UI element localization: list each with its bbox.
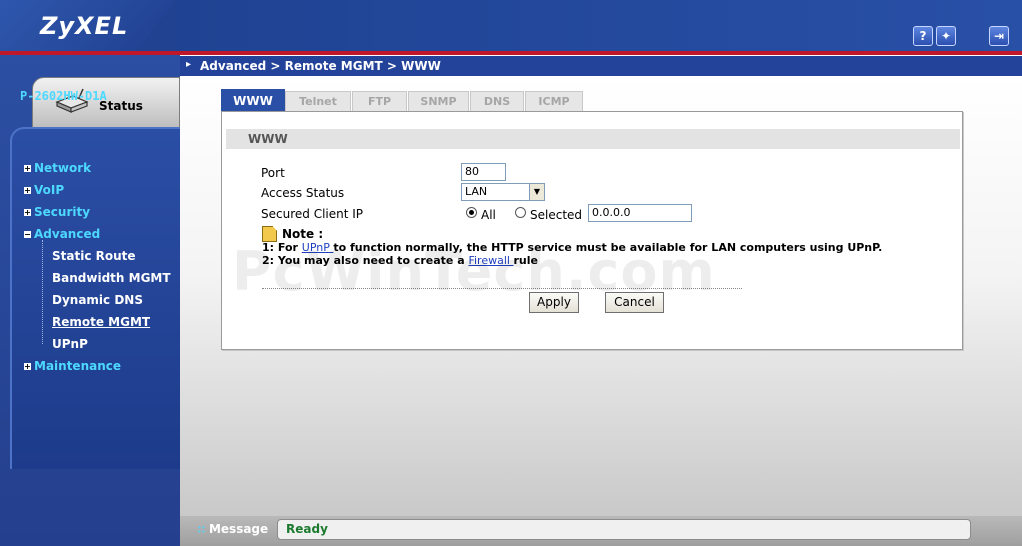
- sidebar-item-voip[interactable]: + VoIP: [24, 183, 64, 197]
- sidebar-item-bandwidth-mgmt[interactable]: Bandwidth MGMT: [52, 271, 171, 285]
- sidebar-item-static-route[interactable]: Static Route: [52, 249, 136, 263]
- sidebar-item-label: Security: [34, 205, 91, 219]
- zyxel-logo: ZyXEL: [40, 12, 129, 40]
- message-label: ∷ Message: [198, 522, 268, 536]
- message-bar: ∷ Message Ready: [180, 516, 1022, 546]
- sidebar-item-label: Network: [34, 161, 92, 175]
- sidebar-item-advanced[interactable]: − Advanced: [24, 227, 100, 241]
- sidebar-item-remote-mgmt[interactable]: Remote MGMT: [52, 315, 150, 329]
- access-status-label: Access Status: [261, 186, 345, 200]
- section-header: WWW: [226, 129, 960, 149]
- sidebar-item-label: Maintenance: [34, 359, 122, 373]
- message-status: Ready: [286, 522, 328, 536]
- section-title: WWW: [248, 132, 288, 146]
- sidebar-item-network[interactable]: + Network: [24, 161, 91, 175]
- help-icon[interactable]: ?: [913, 26, 933, 46]
- status-tab[interactable]: Status: [32, 77, 180, 129]
- watermark: PcWinTech.com: [232, 240, 716, 303]
- dropdown-arrow-icon[interactable]: ▼: [529, 184, 544, 200]
- port-label: Port: [261, 166, 285, 180]
- tab-telnet[interactable]: Telnet: [285, 91, 351, 112]
- nav-tree-line: [42, 240, 44, 344]
- breadcrumb-text: Advanced > Remote MGMT > WWW: [200, 59, 441, 73]
- sidebar-item-label: VoIP: [34, 183, 65, 197]
- sidebar-item-upnp[interactable]: UPnP: [52, 337, 88, 351]
- tab-ftp[interactable]: FTP: [352, 91, 407, 112]
- breadcrumb: ▸ Advanced > Remote MGMT > WWW: [180, 56, 1022, 76]
- sidebar-item-maintenance[interactable]: + Maintenance: [24, 359, 121, 373]
- tab-icmp[interactable]: ICMP: [525, 91, 583, 112]
- message-dots-icon: ∷: [198, 525, 205, 536]
- expand-icon[interactable]: +: [24, 363, 31, 371]
- access-status-select[interactable]: LAN ▼: [461, 183, 545, 201]
- expand-icon[interactable]: +: [24, 187, 31, 195]
- top-banner: ZyXEL ? ✦ ⇥: [0, 0, 1022, 51]
- content-panel: WWW Port 80 Access Status LAN ▼ Secured …: [221, 111, 963, 350]
- breadcrumb-arrow-icon: ▸: [186, 59, 192, 70]
- collapse-icon[interactable]: −: [24, 231, 31, 239]
- sidebar-item-security[interactable]: + Security: [24, 205, 90, 219]
- tab-dns[interactable]: DNS: [470, 91, 524, 112]
- expand-icon[interactable]: +: [24, 209, 31, 217]
- expand-icon[interactable]: +: [24, 165, 31, 173]
- radio-all[interactable]: [466, 207, 477, 218]
- access-status-value: LAN: [465, 185, 488, 198]
- tab-www[interactable]: WWW: [221, 89, 285, 112]
- radio-selected[interactable]: [515, 207, 526, 218]
- wizard-icon[interactable]: ✦: [936, 26, 956, 46]
- logout-icon[interactable]: ⇥: [989, 26, 1009, 46]
- sidebar-item-dynamic-dns[interactable]: Dynamic DNS: [52, 293, 143, 307]
- port-input[interactable]: 80: [461, 163, 506, 181]
- sidebar-item-label: Advanced: [34, 227, 101, 241]
- radio-selected-label: Selected: [530, 208, 583, 222]
- note-title: Note :: [282, 227, 324, 241]
- selected-ip-input[interactable]: 0.0.0.0: [588, 204, 692, 222]
- message-box: Ready: [277, 519, 971, 540]
- message-label-text: Message: [208, 522, 269, 536]
- tab-snmp[interactable]: SNMP: [408, 91, 469, 112]
- secured-client-ip-label: Secured Client IP: [261, 207, 364, 221]
- device-name: P-2602HW-D1A: [20, 89, 107, 103]
- radio-all-label: All: [481, 208, 496, 222]
